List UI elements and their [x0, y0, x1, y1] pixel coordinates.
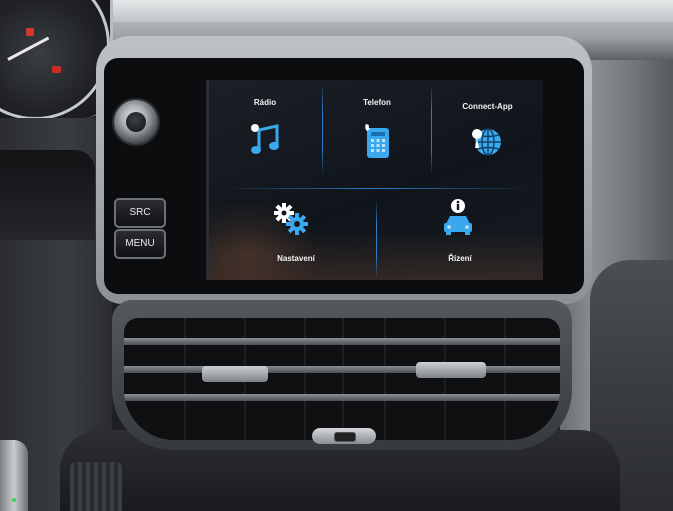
vent-fin — [184, 318, 186, 440]
gears-icon — [274, 203, 308, 235]
globe-icon — [472, 128, 501, 156]
menu-button[interactable]: MENU — [114, 229, 166, 259]
warning-light — [26, 28, 34, 36]
tile-radio[interactable]: Rádio — [209, 80, 321, 184]
tile-label: Nastavení — [277, 254, 315, 263]
tile-label: Telefon — [363, 98, 391, 107]
hazard-switch[interactable] — [312, 428, 376, 444]
touch-screen: Rádio Telefon Connect-App Nastavení Říze… — [206, 80, 543, 280]
src-button[interactable]: SRC — [114, 198, 166, 228]
speedometer-ring — [0, 0, 110, 120]
vent-fin — [304, 318, 306, 440]
phone-icon — [365, 124, 389, 158]
tile-telefon[interactable]: Telefon — [323, 80, 431, 184]
tile-rizeni[interactable]: Řízení — [377, 190, 543, 280]
left-trim — [0, 150, 95, 240]
tile-label: Connect-App — [462, 102, 513, 111]
vent-adjust-tab-right[interactable] — [416, 362, 486, 378]
windshield-strip — [90, 0, 673, 22]
tile-nastaveni[interactable]: Nastavení — [209, 190, 375, 280]
car-info-icon — [444, 199, 472, 235]
pedal — [70, 462, 122, 511]
music-note-icon — [251, 124, 279, 154]
vent-fin — [444, 318, 446, 440]
vent-fin — [384, 318, 386, 440]
vent-fin — [504, 318, 506, 440]
tile-label: Řízení — [448, 254, 472, 263]
vent-slat — [124, 366, 560, 373]
vent-slat — [124, 338, 560, 345]
volume-knob[interactable] — [112, 98, 160, 146]
row-divider — [219, 188, 533, 189]
status-led — [12, 498, 16, 502]
vent-adjust-tab-left[interactable] — [202, 366, 268, 382]
tile-connect-app[interactable]: Connect-App — [432, 80, 543, 184]
warning-light — [52, 66, 61, 73]
vent-slat — [124, 394, 560, 401]
vent-fin — [342, 318, 344, 440]
tile-label: Rádio — [253, 98, 277, 107]
car-dashboard-photo: SRC MENU Rádio Telefon Connect-App Nasta… — [0, 0, 673, 511]
air-vent — [124, 318, 560, 440]
